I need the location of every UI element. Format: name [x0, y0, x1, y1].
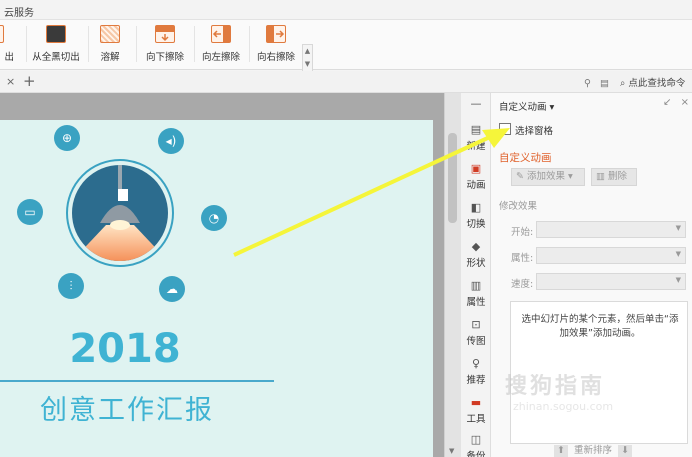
annotation-arrow — [233, 128, 510, 257]
arrow-shaft — [233, 134, 493, 257]
